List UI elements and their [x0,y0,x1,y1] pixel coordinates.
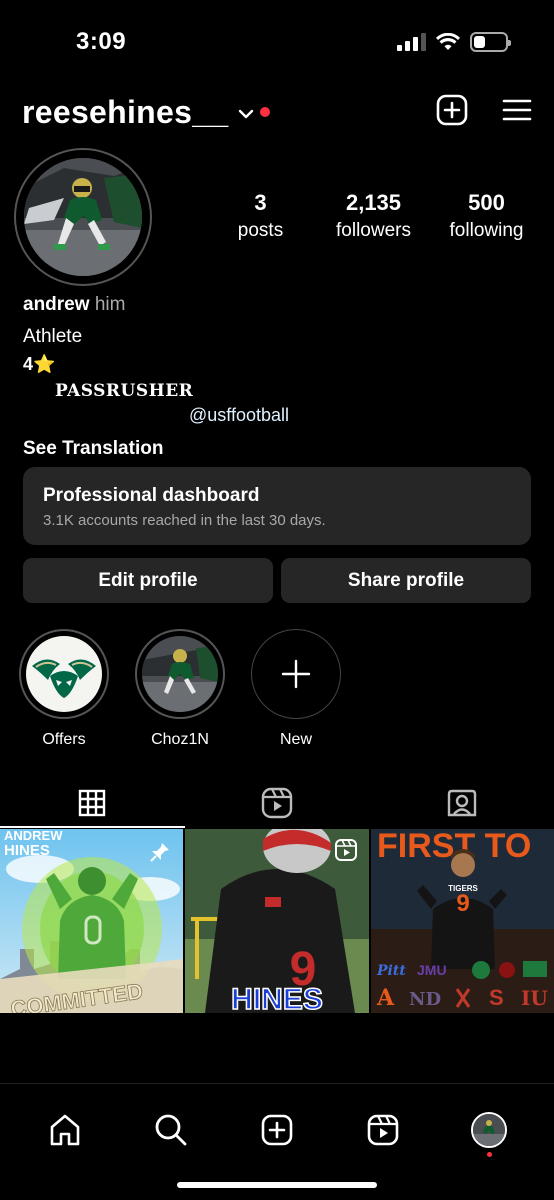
stat-value: 3 [254,190,267,215]
plus-icon [281,659,311,689]
profile-summary: 3 posts 2,135 followers 500 following [14,148,532,286]
nav-search[interactable] [141,1100,201,1160]
home-indicator [177,1182,377,1188]
bottom-navigation [0,1083,554,1200]
nav-home[interactable] [35,1100,95,1160]
create-post-icon[interactable] [436,94,468,126]
stat-label: posts [237,220,284,241]
avatar-photo [24,158,142,276]
highlight-label: New [279,731,312,748]
nav-profile[interactable] [459,1100,519,1160]
profile-content-tabs [0,778,554,828]
grid-icon [79,789,106,817]
stat-label: followers [336,220,411,241]
logo-text: Pitt [376,963,406,979]
status-icons [397,32,511,52]
pronouns: him [94,294,126,315]
post-committed[interactable]: ANDREW HINES 0 COMMITTED [0,829,184,1013]
display-name-line: andrew him [23,294,523,316]
username[interactable]: reesehines__ [22,94,228,131]
post-hines[interactable]: 9 HINES [185,829,369,1013]
category-label: Athlete [23,326,83,347]
highlight-offers[interactable]: Offers [19,629,109,749]
nav-create[interactable] [247,1100,307,1160]
profile-avatar-small [471,1112,507,1148]
home-icon [50,1114,80,1146]
share-profile-button[interactable]: Share profile [281,558,531,603]
story-highlights: Offers Choz1N New [19,629,341,749]
highlight-photo [142,636,218,712]
stat-posts[interactable]: 3 posts [204,190,317,242]
mention-link[interactable]: @usffootball [189,405,523,426]
wifi-icon [436,33,460,50]
posts-grid: ANDREW HINES 0 COMMITTED 9 HINES [0,829,554,1013]
create-icon [261,1114,293,1146]
reel-badge-icon [334,839,357,861]
highlight-ring [19,629,109,719]
display-name: andrew [23,294,90,315]
star-rating: 4⭐️ [23,354,56,374]
tab-posts-grid[interactable] [0,778,185,828]
post-title-text: ANDREW [4,829,63,843]
highlight-label: Offers [42,731,86,748]
logo-text: IU [521,986,548,1010]
header-actions [436,94,532,126]
hines-caption: HINES [231,983,323,1013]
new-highlight-button [251,629,341,719]
profile-stats: 3 posts 2,135 followers 500 following [204,190,543,242]
chevron-down-icon[interactable] [238,109,254,119]
battery-icon [470,32,511,52]
pinned-icon [150,843,170,862]
stat-following[interactable]: 500 following [430,190,543,242]
tab-tagged[interactable] [369,778,554,828]
highlight-ring [135,629,225,719]
battery-level [474,36,485,48]
menu-icon[interactable] [502,98,532,122]
profile-bio: andrew him Athlete 4⭐️ PASSRUSHER @usffo… [23,294,523,460]
dashboard-title: Professional dashboard [43,485,260,506]
notification-dot [487,1152,492,1157]
logo-text: S [489,985,504,1010]
highlight-choz1n[interactable]: Choz1N [135,629,225,749]
profile-header: reesehines__ [22,92,532,132]
bio-headline: PASSRUSHER [55,381,194,401]
usf-bull-logo [26,636,102,712]
profile-actions: Edit profile Share profile [23,558,531,603]
tagged-person-icon [447,789,476,817]
reels-icon [261,787,293,819]
highlight-new[interactable]: New [251,629,341,749]
post-first-to[interactable]: FIRST TO TIGERS 9 Pitt JMU A ND S IU [370,829,554,1013]
edit-profile-button[interactable]: Edit profile [23,558,273,603]
jersey-number: 9 [456,890,469,917]
cellular-signal-icon [397,33,426,51]
logo-text: ND [409,989,441,1010]
notification-dot [260,107,271,117]
tab-reels[interactable] [185,778,370,828]
logo-text: JMU [417,962,447,978]
reels-icon [367,1114,399,1146]
see-translation-link[interactable]: See Translation [23,438,523,460]
logo-text: A [376,985,395,1011]
post-subtitle-text: HINES [4,842,50,859]
stat-followers[interactable]: 2,135 followers [317,190,430,242]
stat-label: following [449,220,524,241]
dashboard-subtitle: 3.1K accounts reached in the last 30 day… [43,512,326,529]
professional-dashboard-card[interactable]: Professional dashboard 3.1K accounts rea… [23,467,531,545]
search-icon [155,1114,187,1146]
profile-avatar[interactable] [14,148,152,286]
stat-value: 500 [468,190,505,215]
status-bar: 3:09 [0,0,554,80]
status-time: 3:09 [76,28,127,55]
nav-reels[interactable] [353,1100,413,1160]
stat-value: 2,135 [345,190,402,215]
highlight-label: Choz1N [151,731,209,748]
